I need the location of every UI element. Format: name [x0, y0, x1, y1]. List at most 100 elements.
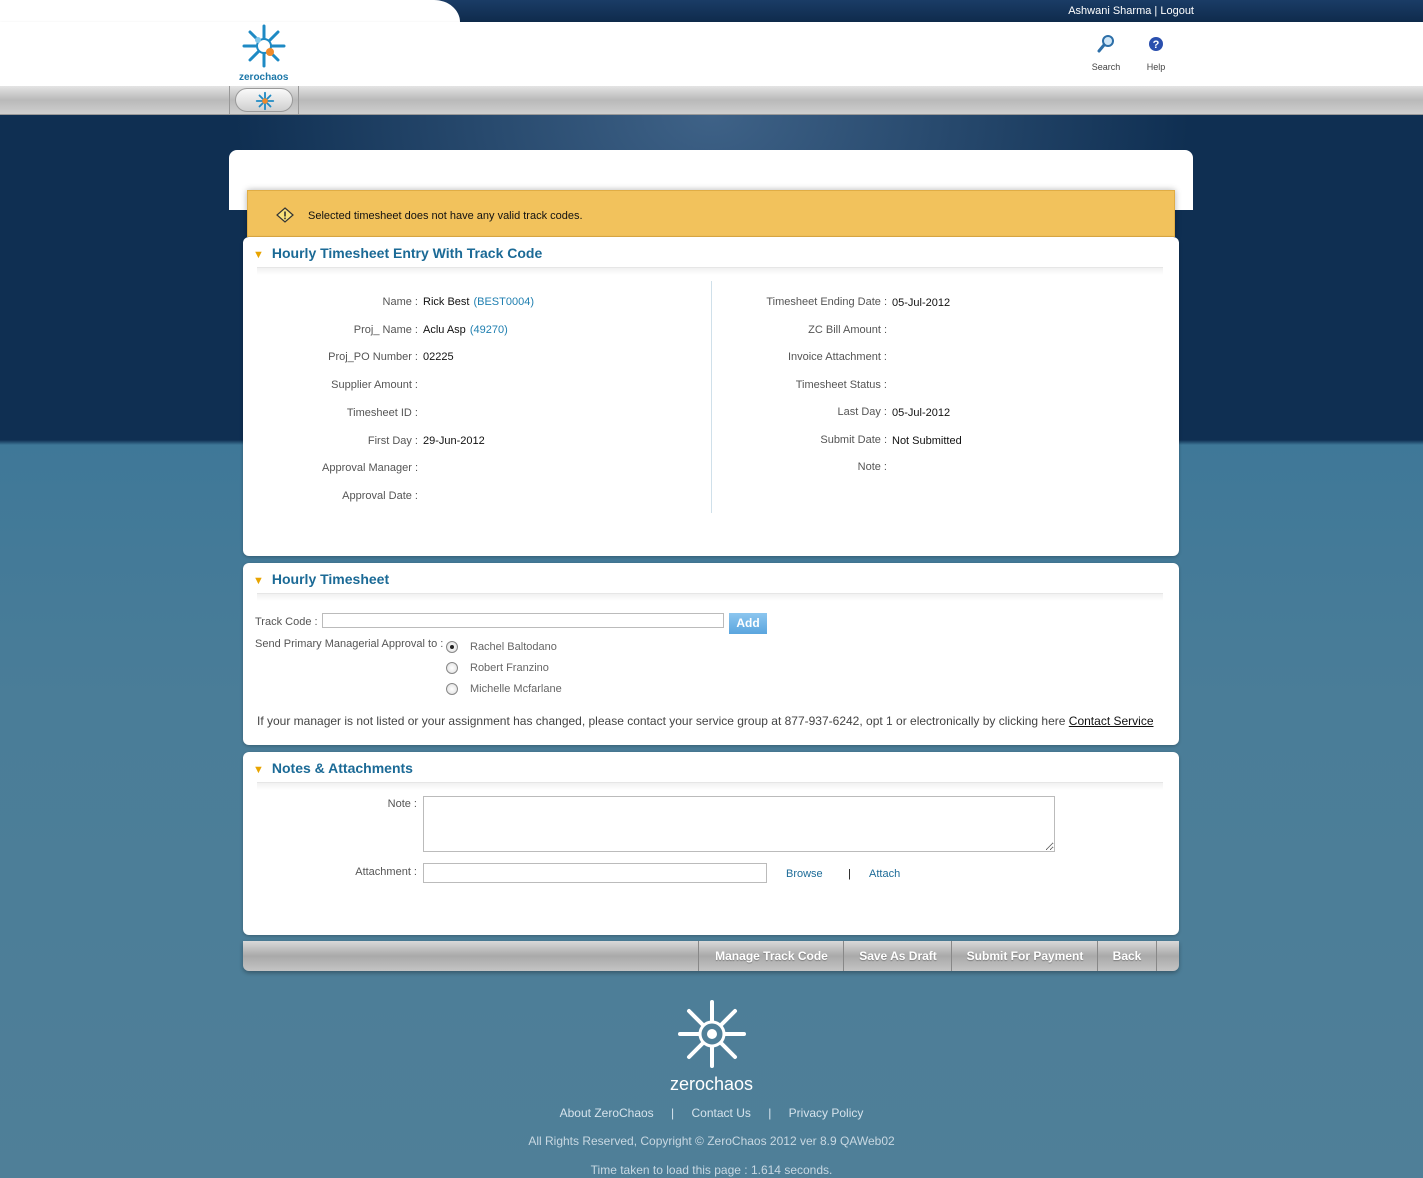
link-divider: | [848, 868, 851, 880]
svg-text:?: ? [1153, 39, 1160, 51]
footer-logo-text: zerochaos [669, 1074, 754, 1094]
field-label: Invoice Attachment : [787, 351, 887, 363]
field-value-text: 29-Jun-2012 [423, 434, 485, 447]
hourly-timesheet-panel: ▼ Hourly Timesheet Track Code : Add Send … [243, 563, 1179, 745]
logo-text: zerochaos [239, 72, 289, 83]
collapse-triangle-icon[interactable]: ▼ [253, 764, 264, 776]
save-as-draft-button[interactable]: Save As Draft [843, 941, 952, 971]
browse-link[interactable]: Browse [786, 868, 823, 880]
field-value-text: Aclu Asp [423, 323, 466, 336]
column-divider [711, 281, 712, 513]
entry-panel-title-text: Hourly Timesheet Entry With Track Code [271, 245, 543, 261]
alert-message: Selected timesheet does not have any val… [308, 210, 583, 222]
note-textarea[interactable] [423, 796, 1055, 852]
approval-label: Send Primary Managerial Approval to : [255, 638, 444, 650]
field-value: 29-Jun-2012 [423, 435, 485, 447]
footer-separator: | [671, 1106, 675, 1120]
user-separator: | [1154, 5, 1158, 17]
field-value: Rick Best (BEST0004) [423, 296, 534, 308]
field-label: Approval Manager : [322, 462, 418, 475]
attachment-label: Attachment : [355, 866, 417, 878]
track-code-input[interactable] [322, 613, 724, 628]
action-toolbar: Manage Track Code Save As Draft Submit F… [243, 941, 1179, 971]
field-label: Timesheet ID : [346, 406, 418, 419]
field-value-text: Rick Best [423, 296, 470, 308]
footer-links: About ZeroChaos | Contact Us | Privacy P… [0, 1106, 1423, 1120]
field-label: Approval Date : [342, 489, 418, 502]
manager-radio[interactable] [446, 641, 458, 653]
field-label: Note : [857, 461, 887, 473]
submit-for-payment-button[interactable]: Submit For Payment [951, 941, 1098, 971]
field-value-text: 02225 [423, 351, 454, 364]
help-label: Help [1146, 62, 1166, 72]
field-label: Name : [382, 296, 418, 308]
field-value: 02225 [423, 351, 454, 363]
back-button[interactable]: Back [1097, 941, 1157, 971]
note-label: Note : [387, 798, 417, 810]
track-code-label: Track Code : [255, 616, 318, 628]
field-code: (BEST0004) [473, 296, 534, 308]
notes-panel-title-text: Notes & Attachments [271, 760, 413, 776]
search-icon [1097, 35, 1114, 53]
attach-link[interactable]: Attach [869, 868, 900, 880]
field-label: Last Day : [837, 406, 887, 418]
copyright-text: All Rights Reserved, Copyright © ZeroCha… [528, 1134, 895, 1148]
nav-home[interactable] [229, 86, 299, 115]
field-value: Aclu Asp (49270) [423, 324, 508, 336]
field-value: Not Submitted [892, 434, 962, 447]
contact-text: If your manager is not listed or your as… [257, 714, 1066, 728]
footer-separator: | [768, 1106, 772, 1120]
collapse-triangle-icon[interactable]: ▼ [253, 575, 264, 587]
user-links: Ashwani Sharma | Logout [1068, 5, 1194, 17]
contact-message: If your manager is not listed or your as… [257, 714, 1154, 728]
privacy-policy-link[interactable]: Privacy Policy [789, 1106, 864, 1120]
footer-logo [678, 1000, 746, 1068]
manager-radio-label[interactable]: Rachel Baltodano [470, 641, 557, 653]
panel-divider [257, 782, 1163, 790]
hourly-panel-title-text: Hourly Timesheet [271, 571, 390, 587]
field-value: 05-Jul-2012 [892, 407, 951, 419]
timesheet-entry-panel: ▼ Hourly Timesheet Entry With Track Code … [243, 237, 1179, 556]
manager-radio-label[interactable]: Michelle Mcfarlane [470, 683, 562, 695]
field-label: Timesheet Ending Date : [766, 296, 887, 308]
panel-divider [257, 593, 1163, 601]
field-label: Supplier Amount : [331, 379, 418, 392]
user-name: Ashwani Sharma [1068, 5, 1152, 17]
header [0, 22, 1423, 86]
field-label: First Day : [367, 434, 418, 447]
nav-strip [0, 86, 1423, 115]
warning-alert: Selected timesheet does not have any val… [247, 190, 1175, 237]
warning-icon [276, 207, 294, 223]
manager-radio[interactable] [446, 662, 458, 674]
about-link[interactable]: About ZeroChaos [560, 1106, 654, 1120]
manage-track-code-button[interactable]: Manage Track Code [698, 941, 844, 971]
home-logo-icon [255, 91, 275, 111]
help-tool[interactable]: ? Help [1136, 34, 1176, 72]
top-bar-tab [0, 0, 460, 22]
add-track-code-button[interactable]: Add [729, 613, 767, 634]
search-label: Search [1091, 62, 1121, 72]
collapse-triangle-icon[interactable]: ▼ [253, 249, 264, 261]
hourly-panel-title[interactable]: ▼ Hourly Timesheet [253, 571, 389, 587]
notes-panel-title[interactable]: ▼ Notes & Attachments [253, 760, 413, 776]
load-time-text: Time taken to load this page : 1.614 sec… [590, 1163, 833, 1177]
manager-radio-label[interactable]: Robert Franzino [470, 662, 549, 674]
top-bar: Ashwani Sharma | Logout [0, 0, 1423, 22]
contact-service-link[interactable]: Contact Service [1069, 714, 1154, 728]
field-label: Timesheet Status : [795, 378, 887, 391]
help-icon: ? [1149, 37, 1163, 51]
field-value: 05-Jul-2012 [892, 297, 951, 309]
search-tool[interactable]: Search [1086, 34, 1126, 72]
notes-attachments-panel: ▼ Notes & Attachments Note : Attachment :… [243, 752, 1179, 935]
manager-radio[interactable] [446, 683, 458, 695]
field-label: ZC Bill Amount : [808, 323, 887, 336]
entry-panel-title[interactable]: ▼ Hourly Timesheet Entry With Track Code [253, 245, 542, 261]
home-button[interactable] [235, 88, 293, 112]
field-label: Proj_PO Number : [328, 351, 418, 364]
panel-divider [257, 267, 1163, 275]
logout-link[interactable]: Logout [1160, 5, 1194, 17]
field-code: (49270) [469, 323, 508, 336]
contact-us-link[interactable]: Contact Us [692, 1106, 751, 1120]
attachment-input[interactable] [423, 863, 767, 883]
field-label: Proj_ Name : [353, 323, 418, 336]
